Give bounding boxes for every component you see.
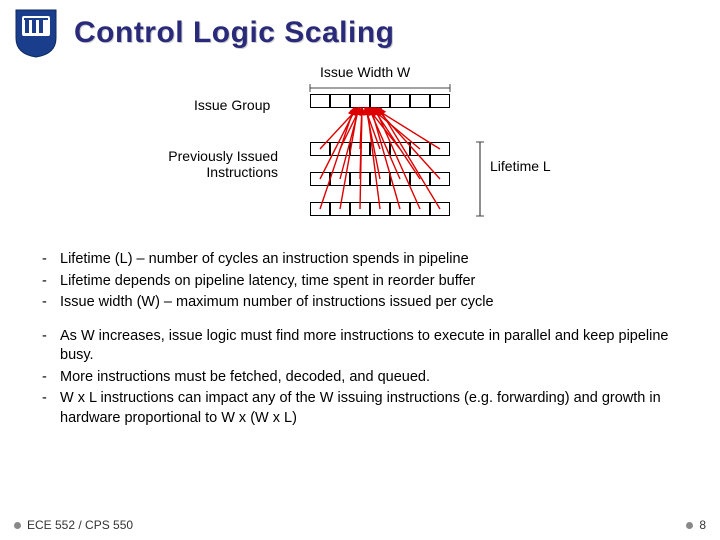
course-code: ECE 552 / CPS 550	[14, 518, 133, 532]
bullet-dot-icon	[14, 522, 21, 529]
list-item: As W increases, issue logic must find mo…	[42, 327, 702, 366]
bullet-dot-icon	[686, 522, 693, 529]
course-label: ECE 552 / CPS 550	[27, 518, 133, 532]
list-item: Lifetime (L) – number of cycles an instr…	[42, 250, 702, 270]
page-label: 8	[699, 518, 706, 532]
bullet-points: Lifetime (L) – number of cycles an instr…	[42, 250, 702, 429]
dependency-arrows-overlay	[0, 64, 720, 244]
header: Control Logic Scaling	[0, 0, 720, 58]
scaling-diagram: Issue Width W Issue Group Previously Iss…	[0, 64, 720, 244]
list-item: W x L instructions can impact any of the…	[42, 389, 702, 428]
list-item: Lifetime depends on pipeline latency, ti…	[42, 272, 702, 292]
slide-title: Control Logic Scaling	[74, 16, 395, 50]
footer: ECE 552 / CPS 550 8	[14, 518, 706, 532]
bullet-group-1: Lifetime (L) – number of cycles an instr…	[42, 250, 702, 313]
list-item: Issue width (W) – maximum number of inst…	[42, 293, 702, 313]
list-item: More instructions must be fetched, decod…	[42, 368, 702, 388]
page-number: 8	[686, 518, 706, 532]
bullet-group-2: As W increases, issue logic must find mo…	[42, 327, 702, 429]
university-shield-icon	[14, 8, 58, 58]
